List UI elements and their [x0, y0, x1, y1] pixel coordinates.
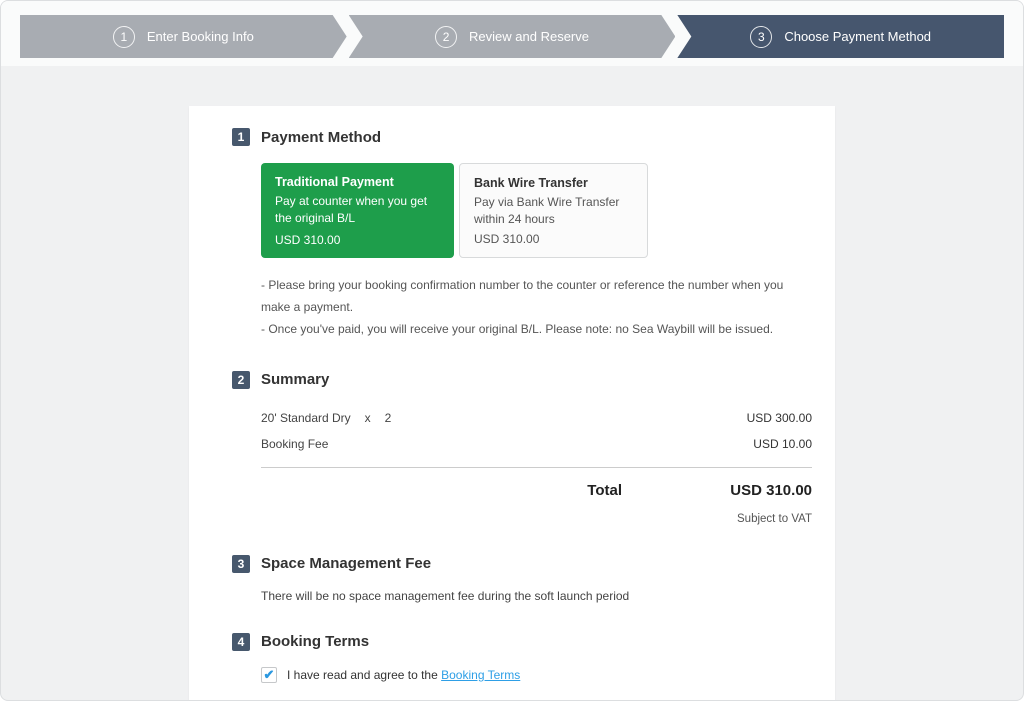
step-1-number-circle: 1 [113, 26, 135, 48]
payment-method-body: Traditional Payment Pay at counter when … [261, 163, 812, 341]
space-fee-body: There will be no space management fee du… [261, 589, 812, 603]
payment-note-original-bl: - Once you've paid, you will receive you… [261, 318, 812, 340]
bank-wire-description: Pay via Bank Wire Transfer within 24 hou… [474, 194, 633, 229]
summary-total-row: Total USD 310.00 [261, 482, 812, 499]
booking-terms-title: Booking Terms [261, 633, 369, 650]
total-amount: USD 310.00 [622, 482, 812, 499]
step-enter-booking-info[interactable]: 1 Enter Booking Info [20, 15, 347, 58]
summary-body: 20' Standard Dryx2 USD 300.00 Booking Fe… [261, 405, 812, 525]
payment-note-counter: - Please bring your booking confirmation… [261, 274, 812, 318]
payment-method-title: Payment Method [261, 129, 381, 146]
summary-title: Summary [261, 371, 329, 388]
payment-option-bank-wire[interactable]: Bank Wire Transfer Pay via Bank Wire Tra… [459, 163, 648, 258]
section-4-badge: 4 [232, 633, 250, 651]
bank-wire-price: USD 310.00 [474, 232, 633, 246]
payment-card: 1 Payment Method Traditional Payment Pay… [189, 106, 835, 701]
step-3-label: Choose Payment Method [784, 29, 931, 44]
booking-terms-body: ✔ I have read and agree to the Booking T… [261, 667, 812, 683]
section-space-management-fee: 3 Space Management Fee There will be no … [212, 555, 812, 603]
section-booking-terms: 4 Booking Terms ✔ I have read and agree … [212, 633, 812, 683]
section-payment-method: 1 Payment Method Traditional Payment Pay… [212, 128, 812, 341]
section-summary: 2 Summary 20' Standard Dryx2 USD 300.00 … [212, 371, 812, 525]
vat-note: Subject to VAT [261, 513, 812, 525]
total-label: Total [587, 482, 622, 499]
traditional-payment-description: Pay at counter when you get the original… [275, 193, 440, 228]
line-item-amount: USD 300.00 [747, 411, 812, 425]
booking-stepper: 1 Enter Booking Info 2 Review and Reserv… [20, 15, 1004, 58]
step-1-label: Enter Booking Info [147, 29, 254, 44]
summary-divider [261, 467, 812, 468]
terms-checkbox[interactable]: ✔ [261, 667, 277, 683]
line-item-amount: USD 10.00 [753, 437, 812, 451]
payment-method-header: 1 Payment Method [232, 128, 812, 146]
payment-notes: - Please bring your booking confirmation… [261, 274, 812, 341]
traditional-payment-price: USD 310.00 [275, 233, 440, 247]
payment-option-traditional[interactable]: Traditional Payment Pay at counter when … [261, 163, 454, 258]
stepper-header: 1 Enter Booking Info 2 Review and Reserv… [1, 1, 1023, 66]
traditional-payment-title: Traditional Payment [275, 175, 440, 189]
summary-line-items: 20' Standard Dryx2 USD 300.00 Booking Fe… [261, 405, 812, 457]
payment-options: Traditional Payment Pay at counter when … [261, 163, 812, 258]
summary-row-booking-fee: Booking Fee USD 10.00 [261, 431, 812, 457]
space-fee-text: There will be no space management fee du… [261, 589, 812, 603]
summary-row-container: 20' Standard Dryx2 USD 300.00 [261, 405, 812, 431]
booking-payment-page: 1 Enter Booking Info 2 Review and Reserv… [0, 0, 1024, 701]
step-3-number-circle: 3 [750, 26, 772, 48]
summary-header: 2 Summary [232, 371, 812, 389]
space-fee-title: Space Management Fee [261, 555, 431, 572]
line-item-label: Booking Fee [261, 437, 328, 451]
section-3-badge: 3 [232, 555, 250, 573]
step-2-label: Review and Reserve [469, 29, 589, 44]
booking-terms-link[interactable]: Booking Terms [441, 668, 520, 682]
section-1-badge: 1 [232, 128, 250, 146]
section-2-badge: 2 [232, 371, 250, 389]
line-item-label: 20' Standard Dryx2 [261, 411, 391, 425]
step-choose-payment-method[interactable]: 3 Choose Payment Method [677, 15, 1004, 58]
bank-wire-title: Bank Wire Transfer [474, 176, 633, 190]
booking-terms-header: 4 Booking Terms [232, 633, 812, 651]
space-fee-header: 3 Space Management Fee [232, 555, 812, 573]
step-review-and-reserve[interactable]: 2 Review and Reserve [349, 15, 676, 58]
step-2-number-circle: 2 [435, 26, 457, 48]
terms-agreement-row: ✔ I have read and agree to the Booking T… [261, 667, 812, 683]
terms-agreement-text: I have read and agree to the Booking Ter… [287, 668, 520, 682]
